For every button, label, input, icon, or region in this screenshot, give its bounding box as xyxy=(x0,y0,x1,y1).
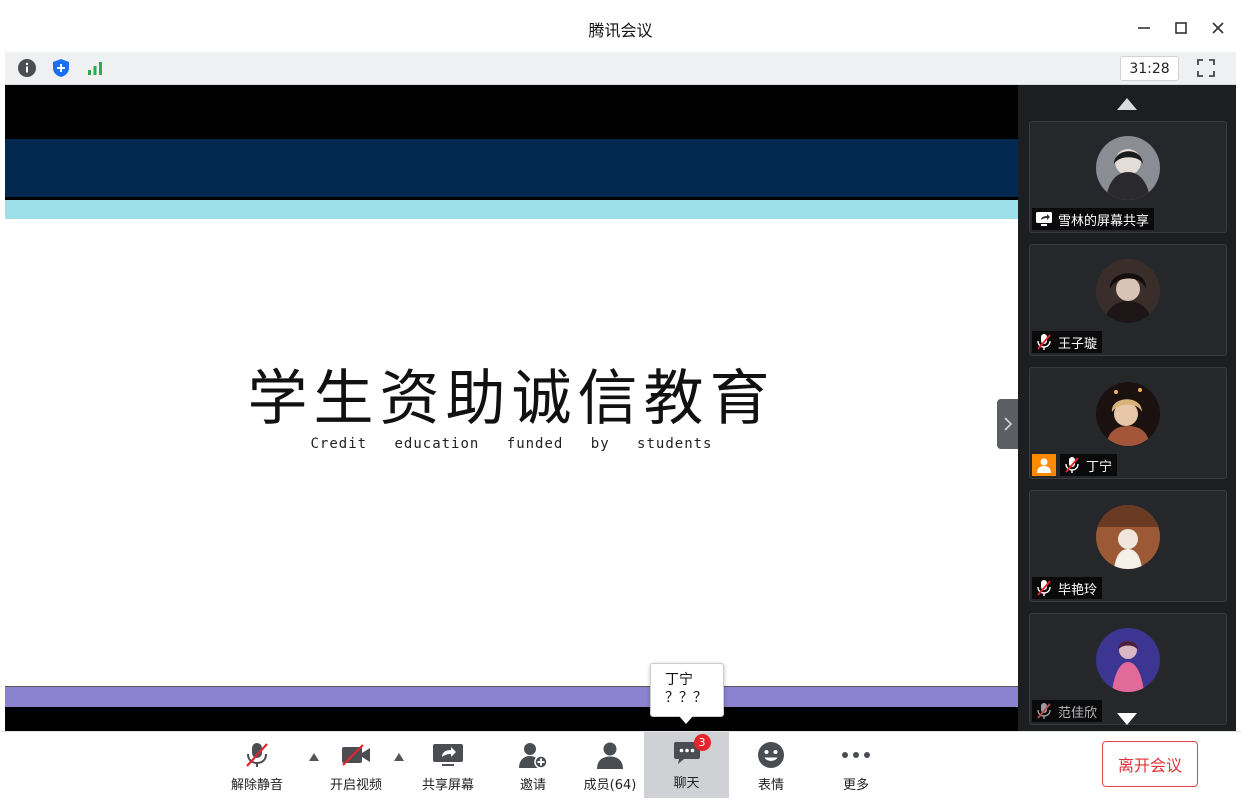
chat-icon: 3 xyxy=(669,734,711,768)
meeting-timer: 31:28 xyxy=(1120,56,1179,81)
meeting-toolbar: 解除静音 开启视频 共享屏幕 邀请 成员(64) 3 聊天 表情 更多 离开会议 xyxy=(0,731,1241,800)
members-button[interactable]: 成员(64) xyxy=(580,732,640,798)
unread-badge: 3 xyxy=(693,734,711,751)
host-user-icon xyxy=(1037,458,1051,473)
participant-tile[interactable]: 丁宁 xyxy=(1029,367,1227,479)
host-badge xyxy=(1032,454,1056,476)
start-video-button[interactable]: 开启视频 xyxy=(327,732,385,798)
collapse-panel-handle[interactable] xyxy=(997,399,1018,449)
participant-name-label: 王子璇 xyxy=(1032,331,1103,353)
meeting-info-button[interactable] xyxy=(15,56,39,80)
window-title: 腾讯会议 xyxy=(588,21,653,40)
scroll-up-icon[interactable] xyxy=(1116,97,1138,111)
unmute-label: 解除静音 xyxy=(230,778,283,793)
unmute-button[interactable]: 解除静音 xyxy=(228,732,286,798)
share-screen-label: 共享屏幕 xyxy=(421,778,474,793)
chat-button[interactable]: 3 聊天 xyxy=(644,732,729,798)
slide-body xyxy=(5,219,1018,686)
chevron-right-icon xyxy=(1003,417,1012,431)
fullscreen-button[interactable] xyxy=(1194,56,1218,80)
slide-subtitle: Credit education funded by students xyxy=(310,436,713,452)
slide-title: 学生资助诚信教育 xyxy=(247,364,776,434)
reactions-button[interactable]: 表情 xyxy=(750,732,792,798)
screen-share-icon xyxy=(1034,209,1054,229)
slide-footer-band xyxy=(5,686,1018,707)
participant-avatar xyxy=(1096,505,1160,569)
participant-name: 毕艳玲 xyxy=(1058,582,1098,598)
participant-avatar xyxy=(1096,136,1160,200)
security-button[interactable] xyxy=(49,56,73,80)
invite-label: 邀请 xyxy=(519,778,546,793)
reactions-label: 表情 xyxy=(757,778,784,793)
chat-message-text: ？？？ xyxy=(665,690,707,706)
signal-strength-icon xyxy=(88,62,102,75)
participant-name-label: 雪林的屏幕共享 xyxy=(1032,208,1155,230)
slide-header-band xyxy=(5,139,1018,197)
scroll-down-icon[interactable] xyxy=(1116,712,1138,726)
participant-name-label: 范佳欣 xyxy=(1032,700,1103,722)
smiley-icon xyxy=(753,740,789,770)
chat-sender: 丁宁 xyxy=(665,672,693,688)
minimize-button[interactable] xyxy=(1130,14,1158,42)
invite-button[interactable]: 邀请 xyxy=(510,732,556,798)
more-dots-icon xyxy=(838,740,874,770)
participant-tile[interactable]: 范佳欣 xyxy=(1029,613,1227,725)
screen-share-icon xyxy=(430,740,466,770)
participant-name-label: 丁宁 xyxy=(1060,454,1118,476)
mic-muted-icon xyxy=(1034,578,1054,598)
members-icon xyxy=(592,740,628,770)
participant-video-panel: 雪林的屏幕共享 王子璇 丁宁 毕艳玲 范佳欣 xyxy=(1018,85,1236,731)
minimize-icon xyxy=(1138,27,1150,29)
participant-tile[interactable]: 毕艳玲 xyxy=(1029,490,1227,602)
mic-muted-icon xyxy=(1034,701,1054,721)
maximize-icon xyxy=(1175,22,1187,34)
audio-options-caret-icon[interactable] xyxy=(308,752,320,762)
chat-label: 聊天 xyxy=(673,776,700,791)
maximize-button[interactable] xyxy=(1167,14,1195,42)
chat-message-popup[interactable]: 丁宁 ？？？ xyxy=(650,663,724,717)
info-icon xyxy=(18,59,36,77)
participant-name: 雪林的屏幕共享 xyxy=(1058,213,1150,229)
share-screen-button[interactable]: 共享屏幕 xyxy=(418,732,478,798)
more-button[interactable]: 更多 xyxy=(835,732,877,798)
participant-name: 范佳欣 xyxy=(1058,705,1098,721)
mic-muted-icon xyxy=(1034,332,1054,352)
close-icon xyxy=(1212,22,1224,34)
more-label: 更多 xyxy=(842,778,869,793)
participant-tile[interactable]: 王子璇 xyxy=(1029,244,1227,356)
participant-name: 丁宁 xyxy=(1086,459,1113,475)
fullscreen-icon xyxy=(1197,59,1215,77)
members-label: 成员(64) xyxy=(583,778,637,793)
chat-popup-arrow xyxy=(679,716,693,724)
close-button[interactable] xyxy=(1204,14,1232,42)
participant-name-label: 毕艳玲 xyxy=(1032,577,1103,599)
shared-screen-view: 学生资助诚信教育 Credit education funded by stud… xyxy=(5,85,1018,731)
participant-name: 王子璇 xyxy=(1058,336,1098,352)
camera-off-icon xyxy=(338,740,374,770)
video-options-caret-icon[interactable] xyxy=(393,752,405,762)
mic-muted-icon xyxy=(239,740,275,770)
start-video-label: 开启视频 xyxy=(329,778,382,793)
mic-muted-icon xyxy=(1062,455,1082,475)
participant-tile[interactable]: 雪林的屏幕共享 xyxy=(1029,121,1227,233)
slide-accent-band xyxy=(5,200,1018,219)
title-bar: 腾讯会议 xyxy=(0,0,1241,52)
participant-avatar xyxy=(1096,382,1160,446)
participant-avatar xyxy=(1096,628,1160,692)
shield-icon xyxy=(53,59,69,77)
participant-avatar xyxy=(1096,259,1160,323)
add-user-icon xyxy=(515,740,551,770)
meeting-info-bar: 31:28 xyxy=(5,52,1236,85)
network-status-button[interactable] xyxy=(83,56,107,80)
leave-meeting-button[interactable]: 离开会议 xyxy=(1102,741,1198,787)
